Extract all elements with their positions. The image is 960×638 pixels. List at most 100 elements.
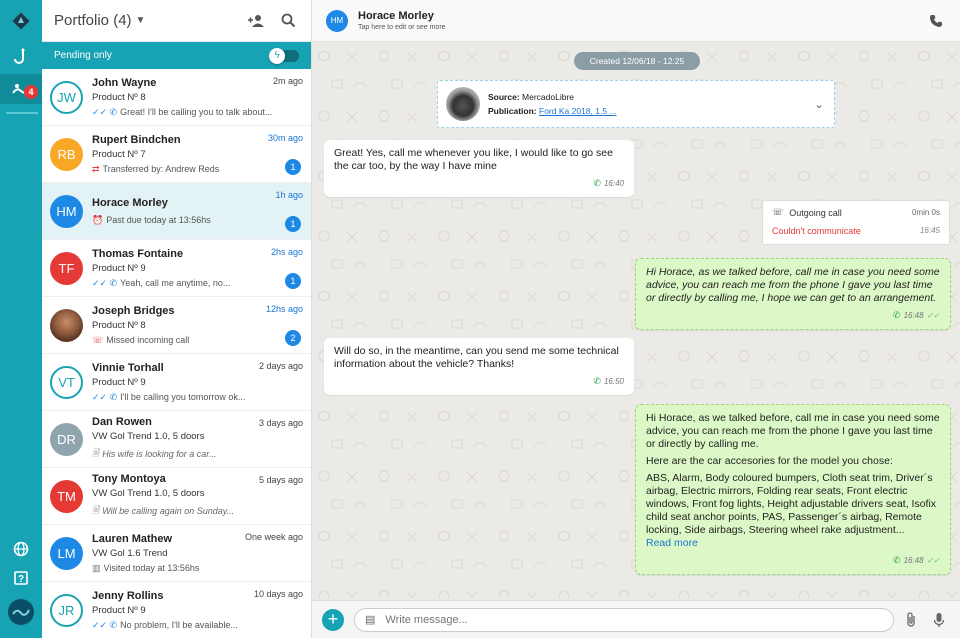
message-time: 16:50 <box>603 377 624 386</box>
bolt-icon: ϟ <box>269 47 285 64</box>
list-item[interactable]: HM Horace Morley ⏰ Past due today at 13:56h… <box>42 183 311 240</box>
contact-avatar: HM <box>326 9 348 32</box>
product-label: Product Nº 8 <box>92 91 146 103</box>
message-text: Hi Horace, as we talked before, call me … <box>646 412 940 450</box>
list-item[interactable]: DR Dan Rowen VW Gol Trend 1.0, 5 doors 🗎 His… <box>42 411 311 468</box>
product-label: VW Gol Trend 1.0, 5 doors <box>92 431 205 442</box>
source-value: MercadoLibre <box>522 92 575 102</box>
unread-badge: 1 <box>285 216 301 232</box>
call-duration: 0min 0s <box>911 208 940 217</box>
list-item[interactable]: VT Vinnie Torhall Product Nº 9 ✓✓ ✆ I'll be … <box>42 354 311 411</box>
source-card[interactable]: Source: MercadoLibre Publication: Ford K… <box>437 80 835 128</box>
microphone-icon <box>933 612 945 627</box>
hook-icon[interactable] <box>0 44 42 70</box>
message-preview: Great! I'll be calling you to talk about… <box>120 107 273 117</box>
avatar: JW <box>50 80 83 114</box>
unread-badge: 1 <box>285 159 301 175</box>
list-item[interactable]: JR Jenny Rollins Product Nº 9 ✓✓ ✆ No proble… <box>42 582 311 638</box>
globe-icon[interactable] <box>0 538 42 560</box>
search-button[interactable] <box>277 10 299 32</box>
read-more-link[interactable]: Read more <box>646 537 940 550</box>
message-time: 16:40 <box>603 179 624 188</box>
rail-divider <box>6 112 38 114</box>
contact-name: John Wayne <box>92 76 157 89</box>
list-item[interactable]: JW John Wayne Product Nº 8 ✓✓ ✆ Great! I'll … <box>42 69 311 126</box>
conversation-sidebar: Portfolio (4) ▼ Pending only ϟ JW John Wa… <box>42 0 312 638</box>
message-time: 16:48 <box>903 556 924 565</box>
microphone-button[interactable] <box>928 609 950 631</box>
avatar <box>50 308 83 342</box>
list-item[interactable]: TM Tony Montoya VW Gol Trend 1.0, 5 doors 🗎… <box>42 468 311 525</box>
add-button[interactable]: + <box>322 608 344 631</box>
message-preview: Will be calling again on Sunday... <box>102 506 235 516</box>
list-item[interactable]: Joseph Bridges Product Nº 8 ☏ Missed incomi… <box>42 297 311 354</box>
portfolio-dropdown[interactable]: Portfolio (4) ▼ <box>54 12 235 29</box>
whatsapp-icon: ✆ <box>593 178 601 188</box>
unread-badge: 2 <box>285 330 301 346</box>
timestamp: 2m ago <box>272 76 303 86</box>
message-time: 16:48 <box>903 311 924 320</box>
chat-header[interactable]: HM Horace Morley Tap here to edit or see… <box>312 0 960 42</box>
double-check-icon: ✓✓ <box>926 311 940 320</box>
created-date-pill: Created 12/06/18 - 12:25 <box>574 52 700 70</box>
list-item[interactable]: TF Thomas Fontaine Product Nº 9 ✓✓ ✆ Yeah, c… <box>42 240 311 297</box>
add-person-icon <box>248 14 264 27</box>
timestamp: 10 days ago <box>253 589 303 599</box>
message-preview: Visited today at 13:56hs <box>103 563 200 573</box>
profile-avatar[interactable] <box>0 598 42 626</box>
logo-icon[interactable] <box>0 6 42 36</box>
rail-badge: 4 <box>24 85 38 99</box>
check-whatsapp-icon: ✓✓ ✆ <box>92 391 118 402</box>
message-preview: Transferred by: Andrew Reds <box>102 164 220 174</box>
message-text: Hi Horace, as we talked before, call me … <box>646 266 940 304</box>
publication-link[interactable]: Ford Ka 2018, 1.5 ... <box>539 106 617 116</box>
svg-text:?: ? <box>18 574 24 585</box>
avatar: TF <box>50 251 83 285</box>
message-input[interactable] <box>385 613 883 626</box>
outgoing-call-icon: ☏ <box>772 207 784 217</box>
list-item[interactable]: LM Lauren Mathew VW Gol 1.6 Trend ▥ Visited … <box>42 525 311 582</box>
help-icon[interactable]: ? <box>0 567 42 589</box>
unread-badge: 1 <box>285 273 301 289</box>
visit-icon: ▥ <box>92 562 101 573</box>
composer-bar: + ▤ <box>312 600 960 638</box>
timestamp: 1h ago <box>275 190 303 200</box>
contact-name: Horace Morley <box>92 196 168 209</box>
message-area[interactable]: Created 12/06/18 - 12:25 Source: Mercado… <box>312 42 960 600</box>
outgoing-message: Hi Horace, as we talked before, call me … <box>635 404 951 575</box>
add-contact-button[interactable] <box>245 10 267 32</box>
message-input-box[interactable]: ▤ <box>354 607 894 632</box>
car-thumbnail <box>446 87 480 121</box>
outgoing-message: Hi Horace, as we talked before, call me … <box>635 258 951 330</box>
whatsapp-icon: ✆ <box>593 376 601 386</box>
avatar: RB <box>50 137 83 171</box>
list-item[interactable]: RB Rupert Bindchen Product Nº 7 ⇄ Transferre… <box>42 126 311 183</box>
publication-label: Publication: <box>488 106 537 116</box>
call-status: Couldn't communicate <box>772 226 861 236</box>
attach-button[interactable] <box>900 609 922 631</box>
transfer-icon: ⇄ <box>92 163 100 174</box>
source-label: Source: <box>488 92 520 102</box>
double-check-icon: ✓✓ <box>926 556 940 565</box>
avatar: JR <box>50 593 83 627</box>
call-button[interactable] <box>926 11 946 31</box>
app-rail: 4 ? <box>0 0 42 638</box>
pending-only-toggle[interactable]: ϟ <box>269 47 299 64</box>
search-icon <box>281 13 295 28</box>
portfolio-title: Portfolio (4) <box>54 12 132 29</box>
product-label: Product Nº 9 <box>92 376 146 388</box>
whatsapp-icon: ✆ <box>893 555 901 565</box>
check-whatsapp-icon: ✓✓ ✆ <box>92 277 118 288</box>
message-text: Great! Yes, call me whenever you like, I… <box>334 147 613 172</box>
timestamp: 3 days ago <box>258 418 303 428</box>
call-label: Outgoing call <box>789 207 842 218</box>
conversation-list: JW John Wayne Product Nº 8 ✓✓ ✆ Great! I'll … <box>42 69 311 638</box>
check-whatsapp-icon: ✓✓ ✆ <box>92 106 118 117</box>
message-text: Will do so, in the meantime, can you sen… <box>334 345 619 370</box>
message-preview: Past due today at 13:56hs <box>106 215 211 225</box>
call-time: 16:45 <box>919 226 940 235</box>
paperclip-icon <box>907 611 915 627</box>
note-icon: 🗎 <box>92 505 100 515</box>
template-icon[interactable]: ▤ <box>365 613 375 626</box>
chevron-down-icon[interactable]: ⌄ <box>804 98 834 111</box>
